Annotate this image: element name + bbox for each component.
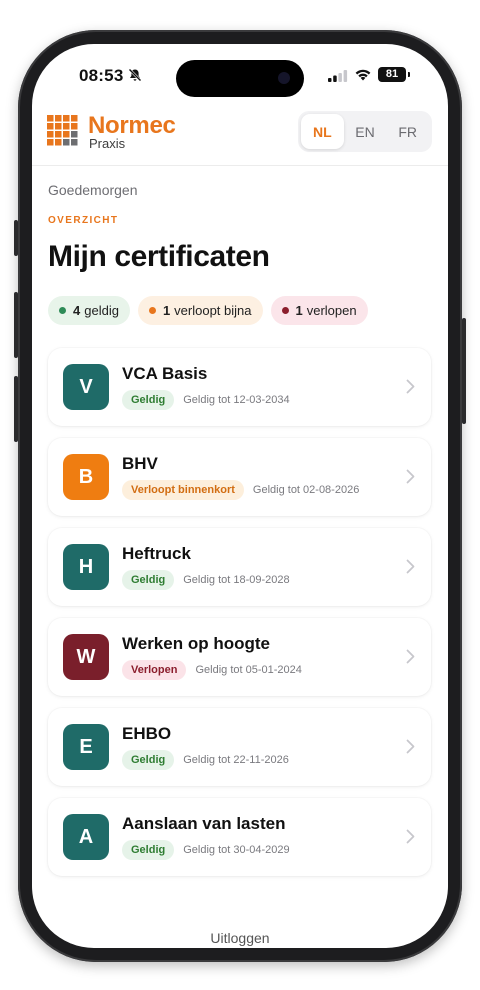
valid-until-text: Geldig tot 05-01-2024: [195, 664, 302, 676]
language-fr-button[interactable]: FR: [386, 114, 429, 149]
summary-count: 4: [73, 303, 81, 318]
normec-logo-icon: [47, 115, 78, 146]
certificate-meta: Geldig Geldig tot 30-04-2029: [122, 840, 290, 860]
status-dot-icon: [59, 307, 66, 314]
volume-up-button: [14, 292, 18, 358]
power-button: [462, 318, 466, 424]
chevron-right-icon: [406, 559, 415, 574]
certificate-card[interactable]: A Aanslaan van lasten Geldig Geldig tot 30-…: [48, 798, 431, 876]
valid-until-text: Geldig tot 30-04-2029: [183, 844, 290, 856]
certificate-name: VCA Basis: [122, 364, 208, 383]
certificate-card[interactable]: B BHV Verloopt binnenkort Geldig tot 02-08-…: [48, 438, 431, 516]
app-header: Normec Praxis NL EN FR: [32, 106, 448, 166]
language-switcher: NL EN FR: [298, 111, 432, 152]
certificate-avatar: E: [63, 724, 109, 770]
certificate-avatar: H: [63, 544, 109, 590]
summary-label: verloopt bijna: [174, 303, 252, 318]
battery-indicator: 81: [378, 67, 410, 82]
summary-count: 1: [162, 303, 171, 318]
certificate-list: V VCA Basis Geldig Geldig tot 12-03-2034 B BH…: [48, 348, 431, 888]
status-dot-icon: [281, 307, 289, 314]
summary-label: verlopen: [306, 303, 357, 318]
bell-muted-icon: [128, 68, 142, 87]
volume-down-button: [14, 376, 18, 442]
logout-link[interactable]: Uitloggen: [32, 930, 448, 946]
status-badge: Geldig: [122, 570, 175, 590]
status-badge: Geldig: [122, 390, 175, 410]
certificate-name: Aanslaan van lasten: [122, 814, 286, 833]
greeting-text: Goedemorgen: [48, 182, 138, 198]
certificate-meta: Verlopen Geldig tot 05-01-2024: [122, 660, 302, 680]
certificate-avatar: V: [63, 364, 109, 410]
summary-count: 1: [295, 303, 303, 318]
valid-until-text: Geldig tot 02-08-2026: [252, 484, 360, 496]
status-badge: Geldig: [122, 840, 175, 860]
summary-pills: 4 geldig 1 verloopt bijna 1 verlopen: [48, 296, 368, 325]
certificate-name: BHV: [122, 454, 158, 473]
status-badge: Geldig: [122, 750, 175, 770]
brand-subtitle: Praxis: [89, 136, 126, 151]
certificate-card[interactable]: V VCA Basis Geldig Geldig tot 12-03-2034: [48, 348, 431, 426]
certificate-name: Heftruck: [122, 544, 191, 563]
page-title: Mijn certificaten: [48, 240, 270, 273]
wifi-icon: [354, 68, 372, 86]
camera-icon: [278, 72, 290, 84]
dynamic-island: [176, 60, 304, 97]
chevron-right-icon: [406, 649, 415, 664]
certificate-meta: Geldig Geldig tot 22-11-2026: [122, 750, 289, 770]
status-time: 08:53: [79, 66, 124, 85]
language-en-button[interactable]: EN: [344, 114, 387, 149]
chevron-right-icon: [406, 469, 415, 484]
certificate-name: EHBO: [122, 724, 172, 743]
certificate-card[interactable]: E EHBO Geldig Geldig tot 22-11-2026: [48, 708, 431, 786]
certificate-meta: Verloopt binnenkort Geldig tot 02-08-2026: [122, 480, 359, 500]
cellular-signal-icon: [328, 69, 348, 87]
section-label: OVERZICHT: [48, 215, 119, 226]
certificate-avatar: W: [63, 634, 109, 680]
valid-until-text: Geldig tot 18-09-2028: [183, 574, 290, 586]
chevron-right-icon: [406, 379, 415, 394]
phone-screen: 08:53 81 Normec Praxis NL EN FR Goedemor…: [32, 44, 448, 948]
certificate-avatar: B: [63, 454, 109, 500]
certificate-meta: Geldig Geldig tot 18-09-2028: [122, 570, 290, 590]
certificate-meta: Geldig Geldig tot 12-03-2034: [122, 390, 290, 410]
summary-pill: 1 verloopt bijna: [137, 296, 263, 325]
valid-until-text: Geldig tot 22-11-2026: [183, 754, 289, 766]
certificate-avatar: A: [63, 814, 109, 860]
certificate-card[interactable]: W Werken op hoogte Verlopen Geldig tot 05-0…: [48, 618, 431, 696]
chevron-right-icon: [406, 739, 415, 754]
certificate-card[interactable]: H Heftruck Geldig Geldig tot 18-09-2028: [48, 528, 431, 606]
summary-pill: 4 geldig: [48, 296, 130, 325]
summary-label: geldig: [84, 303, 119, 318]
summary-pill: 1 verlopen: [270, 296, 368, 325]
certificate-name: Werken op hoogte: [122, 634, 270, 653]
status-badge: Verlopen: [122, 660, 187, 680]
action-button: [14, 220, 18, 256]
valid-until-text: Geldig tot 12-03-2034: [183, 394, 290, 406]
chevron-right-icon: [406, 829, 415, 844]
language-nl-button[interactable]: NL: [301, 114, 344, 149]
status-dot-icon: [148, 307, 156, 314]
status-badge: Verloopt binnenkort: [122, 480, 244, 500]
